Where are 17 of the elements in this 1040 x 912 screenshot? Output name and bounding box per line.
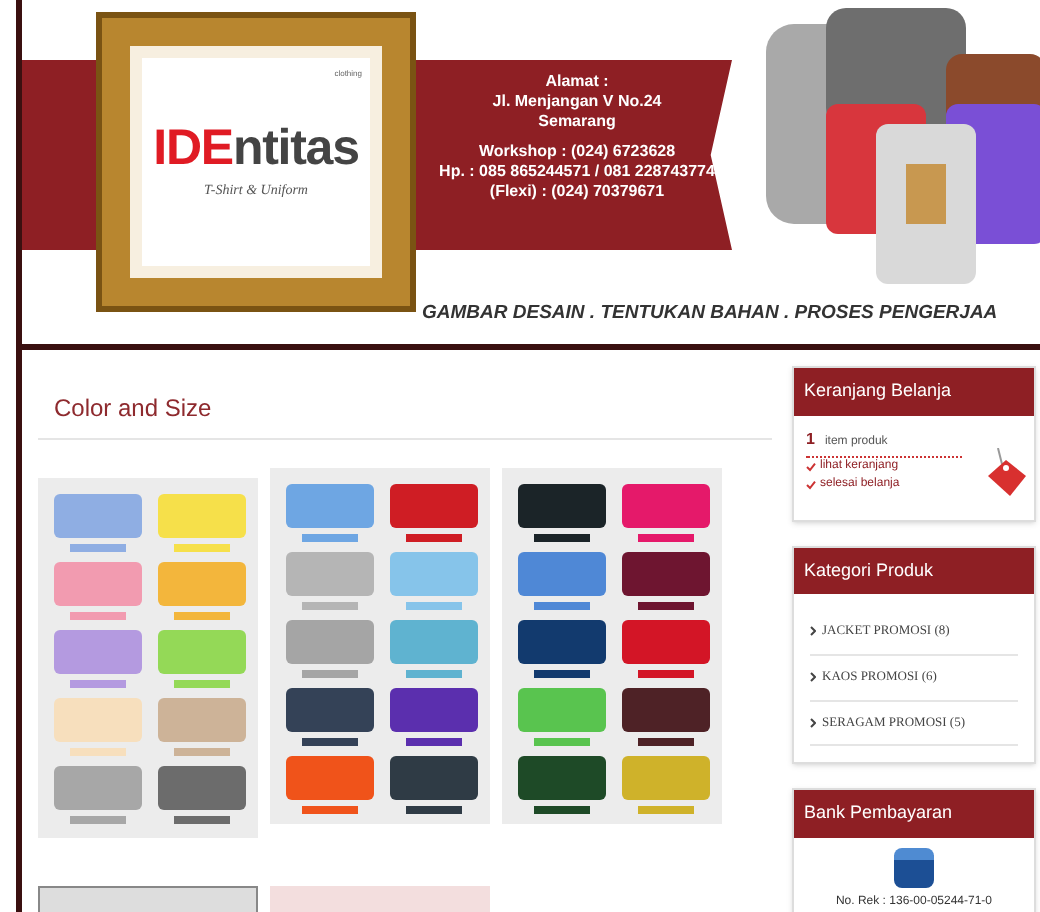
chevron-right-icon <box>810 626 816 637</box>
panel-header: Kategori Produk <box>794 547 1034 594</box>
brand-logo: IDEntitas <box>153 123 359 174</box>
flexi-phone: (Flexi) : (024) 70379671 <box>489 182 665 202</box>
slogan: GAMBAR DESAIN . TENTUKAN BAHAN . PROSES PENGERJAA <box>422 300 998 328</box>
address-label: Alamat : <box>545 72 609 92</box>
bank-logo-icon <box>894 847 934 888</box>
panel-header: Keranjang Belanja <box>794 368 1034 415</box>
address-street: Jl. Menjangan V No.24 <box>492 92 662 112</box>
section-title: Color and Size <box>38 390 772 440</box>
chevron-right-icon <box>810 672 816 683</box>
workshop-phone: Workshop : (024) 6723628 <box>478 142 676 162</box>
cart-count: 1 <box>806 427 815 451</box>
panel-header: Bank Pembayaran <box>794 790 1034 838</box>
address-city: Semarang <box>538 112 616 132</box>
mobile-phone: Hp. : 085 865244571 / 081 228743774 <box>439 162 715 182</box>
chevron-right-icon <box>810 717 816 728</box>
